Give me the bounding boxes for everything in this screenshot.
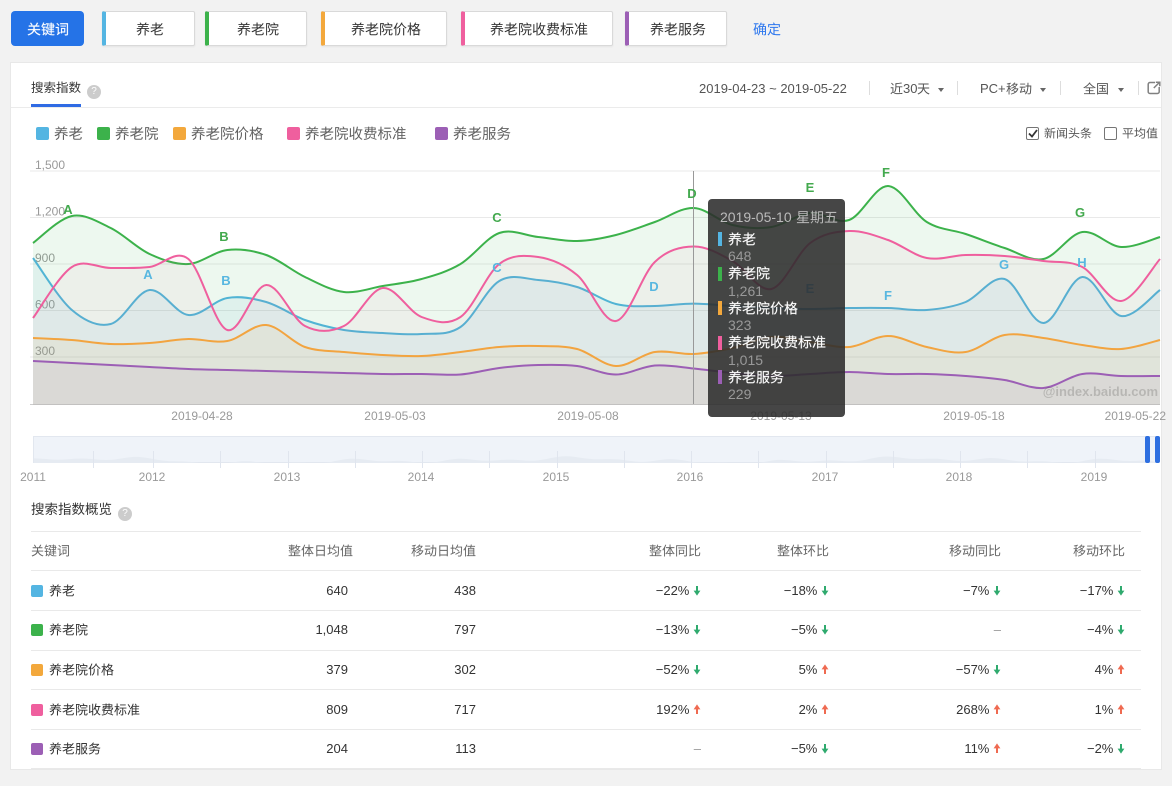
svg-text:H: H: [1077, 255, 1086, 270]
svg-text:E: E: [806, 180, 815, 195]
svg-text:D: D: [649, 279, 658, 294]
svg-text:G: G: [1075, 205, 1085, 220]
svg-text:2019-05-22: 2019-05-22: [1105, 409, 1167, 423]
svg-text:@index.baidu.com: @index.baidu.com: [1043, 384, 1158, 399]
svg-text:F: F: [884, 288, 892, 303]
svg-text:F: F: [882, 165, 890, 180]
svg-text:2019-04-28: 2019-04-28: [171, 409, 233, 423]
svg-text:2019-05-03: 2019-05-03: [364, 409, 426, 423]
svg-text:D: D: [687, 186, 696, 201]
svg-text:1,500: 1,500: [35, 158, 65, 172]
svg-text:C: C: [492, 210, 502, 225]
svg-text:C: C: [492, 260, 502, 275]
svg-text:B: B: [219, 229, 228, 244]
svg-text:2019-05-08: 2019-05-08: [557, 409, 619, 423]
svg-text:A: A: [143, 267, 153, 282]
svg-text:2019-05-18: 2019-05-18: [943, 409, 1005, 423]
svg-text:1,200: 1,200: [35, 205, 65, 219]
svg-text:A: A: [63, 202, 73, 217]
svg-text:G: G: [999, 257, 1009, 272]
svg-text:B: B: [221, 273, 230, 288]
